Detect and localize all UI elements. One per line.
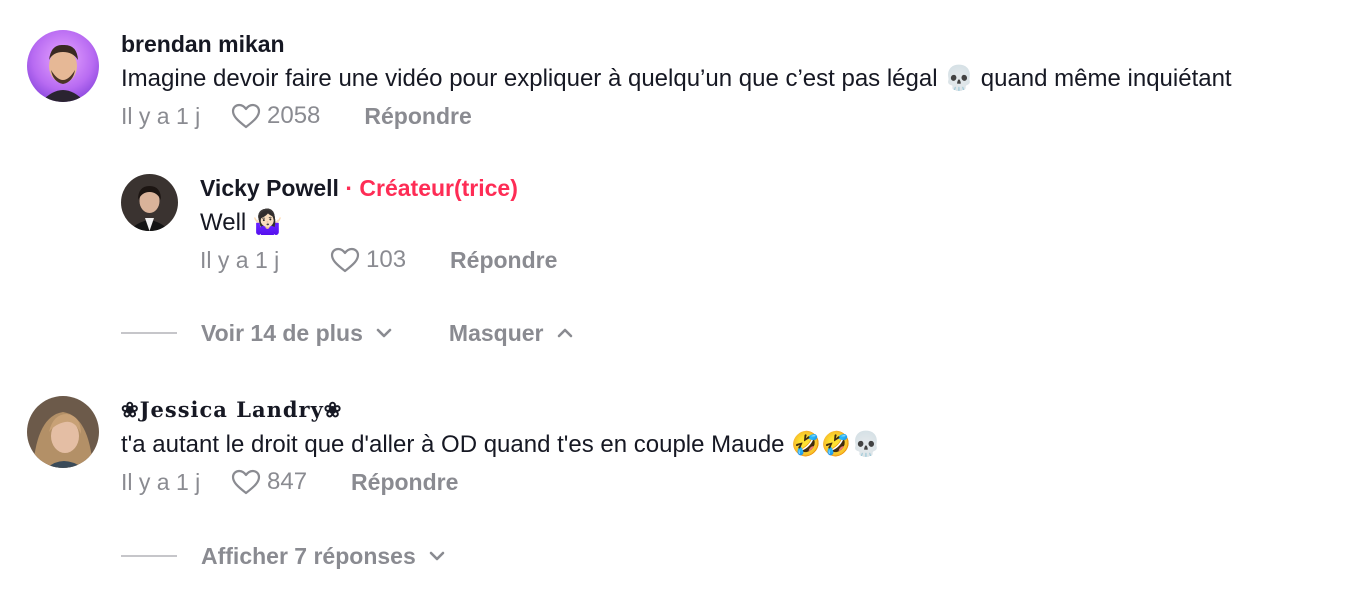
heart-outline-icon [231,103,261,129]
creator-badge: Créateur(trice) [359,175,518,201]
comment-timestamp: Il y a 1 j [121,102,201,129]
comment-jessica-landry: ❀𝐉𝐞𝐬𝐬𝐢𝐜𝐚 𝐋𝐚𝐧𝐝𝐫𝐲❀ t'a autant le droit que… [27,396,881,500]
comment-text: t'a autant le droit que d'aller à OD qua… [121,431,881,458]
comment-brendan-mikan: brendan mikan Imagine devoir faire une v… [27,30,1232,134]
comment-timestamp: Il y a 1 j [121,468,201,495]
avatar[interactable] [27,396,99,468]
reply-button[interactable]: Répondre [351,469,458,496]
show-replies-label: Afficher 7 réponses [201,542,416,569]
like-count: 2058 [267,102,321,129]
like-count: 847 [267,468,308,495]
see-more-label: Voir 14 de plus [201,319,363,346]
reply-button[interactable]: Répondre [450,247,557,274]
chevron-up-icon [557,328,572,338]
like-button[interactable]: 847 [231,468,307,496]
hide-label: Masquer [448,319,544,346]
thread-divider [121,555,177,557]
comment-timestamp: Il y a 1 j [200,246,280,273]
hide-replies-button[interactable]: Masquer [449,320,574,347]
see-more-replies-button[interactable]: Voir 14 de plus [201,320,393,347]
comment-username-line: Vicky Powell · Créateur(trice) [200,174,557,202]
chevron-down-icon [376,328,392,338]
comment-username[interactable]: ❀𝐉𝐞𝐬𝐬𝐢𝐜𝐚 𝐋𝐚𝐧𝐝𝐫𝐲❀ [121,396,881,424]
like-button[interactable]: 2058 [231,102,320,130]
thread-controls: Afficher 7 réponses [121,541,446,571]
show-replies-button[interactable]: Afficher 7 réponses [201,543,446,570]
like-button[interactable]: 103 [330,246,406,274]
comment-body: ❀𝐉𝐞𝐬𝐬𝐢𝐜𝐚 𝐋𝐚𝐧𝐝𝐫𝐲❀ t'a autant le droit que… [121,396,881,500]
comment-meta: Il y a 1 j 847 Répondre [121,464,881,500]
comment-username[interactable]: brendan mikan [121,30,1232,58]
comment-body: Vicky Powell · Créateur(trice) Well 🤷🏻‍♀… [200,174,557,278]
reply-vicky-powell: Vicky Powell · Créateur(trice) Well 🤷🏻‍♀… [121,174,557,278]
heart-outline-icon [231,469,261,495]
avatar[interactable] [121,174,178,231]
avatar[interactable] [27,30,99,102]
comment-meta: Il y a 1 j 103 Répondre [200,242,557,278]
thread-controls: Voir 14 de plus Masquer [121,318,574,348]
comment-text: Imagine devoir faire une vidéo pour expl… [121,65,1232,92]
comment-text: Well 🤷🏻‍♀️ [200,209,283,236]
like-count: 103 [366,246,407,273]
chevron-down-icon [429,551,445,561]
comment-body: brendan mikan Imagine devoir faire une v… [121,30,1232,134]
comment-meta: Il y a 1 j 2058 Répondre [121,98,1232,134]
thread-divider [121,332,177,334]
heart-outline-icon [330,247,360,273]
comment-username[interactable]: Vicky Powell [200,175,339,201]
creator-separator: · [345,175,353,201]
reply-button[interactable]: Répondre [364,103,471,130]
